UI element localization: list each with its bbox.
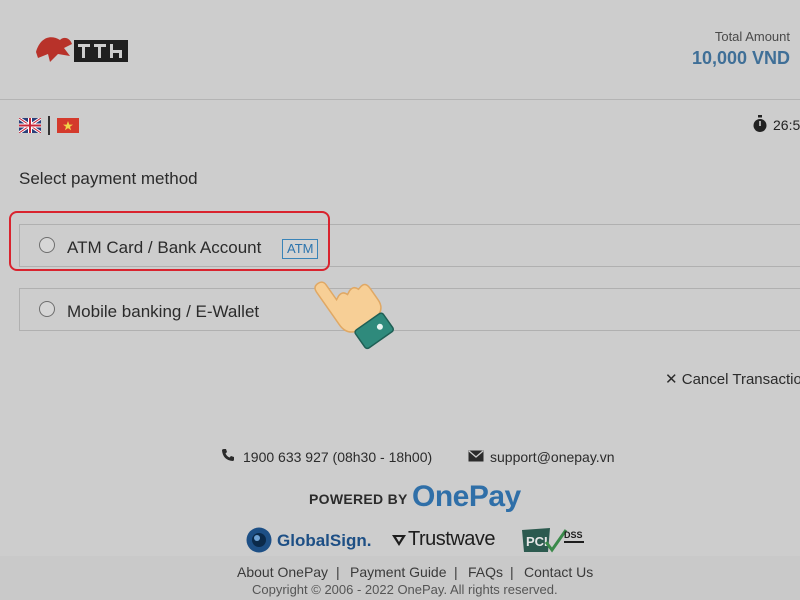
footer-separator: | (454, 564, 458, 580)
mail-icon (468, 450, 484, 462)
radio-button[interactable] (39, 301, 55, 317)
vietnam-flag-icon[interactable] (57, 118, 79, 133)
stopwatch-icon (753, 115, 767, 132)
svg-text:PCI: PCI (526, 534, 548, 549)
section-title: Select payment method (19, 169, 198, 188)
copyright-text: Copyright © 2006 - 2022 OnePay. All righ… (252, 582, 558, 597)
option-label: Mobile banking / E-Wallet (67, 302, 260, 321)
merchant-logo (36, 37, 128, 62)
highlight-annotation (9, 211, 330, 271)
powered-by-label: POWERED BY (309, 491, 408, 507)
trustwave-icon (392, 535, 406, 546)
footer-link-about[interactable]: About OnePay (237, 564, 328, 580)
footer-separator: | (510, 564, 514, 580)
pointing-hand-icon (314, 281, 394, 350)
phone-icon (222, 449, 234, 461)
payment-option-mobile[interactable]: Mobile banking / E-Wallet (19, 288, 800, 331)
onepay-logo: OnePay (412, 480, 521, 513)
footer-link-payment-guide[interactable]: Payment Guide (350, 564, 447, 580)
footer-separator: | (336, 564, 340, 580)
globalsign-logo-text: GlobalSign. (277, 531, 372, 550)
english-flag-icon[interactable] (19, 118, 41, 133)
cancel-transaction-button[interactable]: ✕ Cancel Transactio (665, 370, 800, 388)
support-email[interactable]: support@onepay.vn (490, 449, 614, 465)
trustwave-logo-text: Trustwave (408, 528, 496, 550)
total-amount-value: 10,000 VND (691, 48, 790, 68)
close-icon: ✕ (665, 371, 678, 388)
svg-text:DSS: DSS (564, 530, 583, 540)
total-amount-label: Total Amount (714, 29, 790, 44)
pci-dss-logo: PCI DSS (522, 528, 584, 553)
support-phone[interactable]: 1900 633 927 (08h30 - 18h00) (243, 449, 432, 465)
language-divider (48, 116, 50, 135)
globalsign-icon (246, 527, 272, 553)
footer-link-contact[interactable]: Contact Us (524, 564, 593, 580)
countdown-timer: 26:5 (773, 117, 800, 133)
cancel-label: Cancel Transactio (681, 371, 800, 388)
footer-link-faqs[interactable]: FAQs (468, 564, 503, 580)
